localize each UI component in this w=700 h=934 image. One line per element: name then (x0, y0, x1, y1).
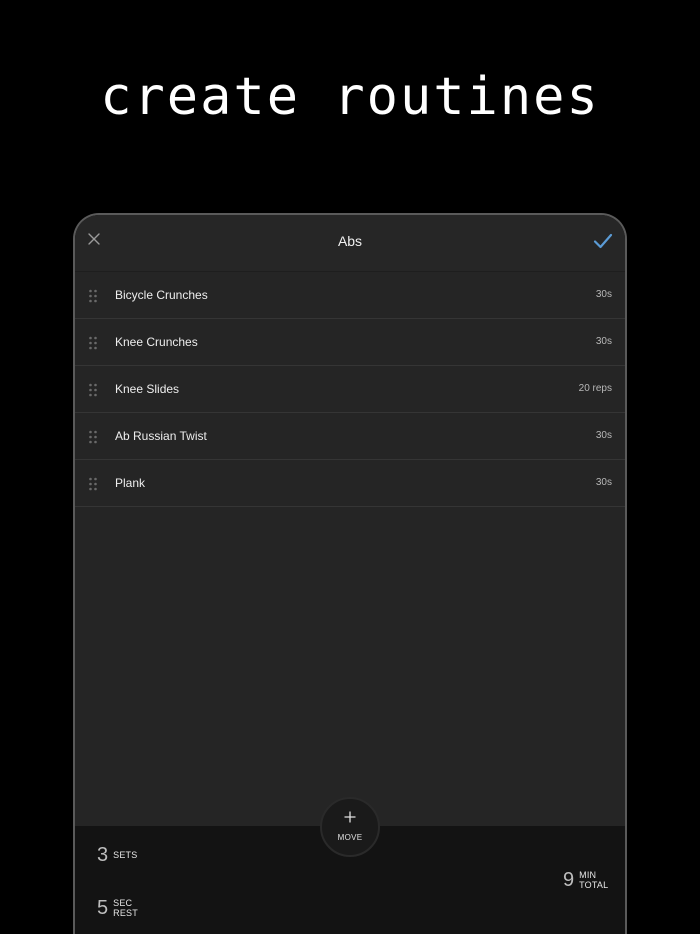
drag-handle-icon[interactable] (88, 430, 98, 444)
exercise-duration: 30s (595, 477, 612, 488)
exercise-row[interactable]: Plank 30s (75, 460, 625, 507)
rest-value: 5 (97, 897, 109, 919)
routine-title: Abs (337, 233, 363, 249)
rest-stat[interactable]: 5 SEC REST (97, 897, 138, 919)
add-move-label: MOVE (337, 833, 363, 842)
top-bar: Abs (75, 215, 625, 272)
app-screen: Abs Bicycle Crunches 30s Knee Crunches 3… (75, 215, 625, 934)
exercise-row[interactable]: Knee Slides 20 reps (75, 366, 625, 413)
sets-stat[interactable]: 3 SETS (97, 844, 137, 866)
exercise-name: Knee Crunches (115, 335, 198, 349)
exercise-name: Bicycle Crunches (115, 288, 208, 302)
exercise-name: Knee Slides (115, 382, 180, 396)
drag-handle-icon[interactable] (88, 477, 98, 491)
sets-label: SETS (113, 850, 138, 860)
exercise-row[interactable]: Ab Russian Twist 30s (75, 413, 625, 460)
drag-handle-icon[interactable] (88, 336, 98, 350)
rest-label: SEC REST (113, 898, 138, 918)
exercise-row[interactable]: Knee Crunches 30s (75, 319, 625, 366)
exercise-row[interactable]: Bicycle Crunches 30s (75, 272, 625, 319)
exercise-duration: 30s (595, 289, 612, 300)
page: create routines Abs Bicycle Crunches 30s… (0, 0, 700, 934)
exercise-name: Ab Russian Twist (115, 429, 207, 443)
total-value: 9 (563, 869, 575, 891)
drag-handle-icon[interactable] (88, 383, 98, 397)
total-stat: 9 MIN TOTAL (563, 869, 608, 891)
confirm-button[interactable] (591, 229, 615, 253)
exercise-duration: 30s (595, 336, 612, 347)
exercise-duration: 30s (595, 430, 612, 441)
total-label: MIN TOTAL (579, 870, 609, 890)
exercise-reps: 20 reps (578, 383, 612, 394)
exercise-list: Bicycle Crunches 30s Knee Crunches 30s K… (75, 272, 625, 507)
drag-handle-icon[interactable] (88, 289, 98, 303)
plus-icon (322, 810, 378, 828)
sets-value: 3 (97, 844, 109, 866)
device-frame: Abs Bicycle Crunches 30s Knee Crunches 3… (73, 213, 627, 934)
checkmark-icon (593, 233, 613, 249)
exercise-name: Plank (115, 476, 146, 490)
headline: create routines (100, 67, 600, 127)
add-move-button[interactable]: MOVE (320, 797, 380, 857)
